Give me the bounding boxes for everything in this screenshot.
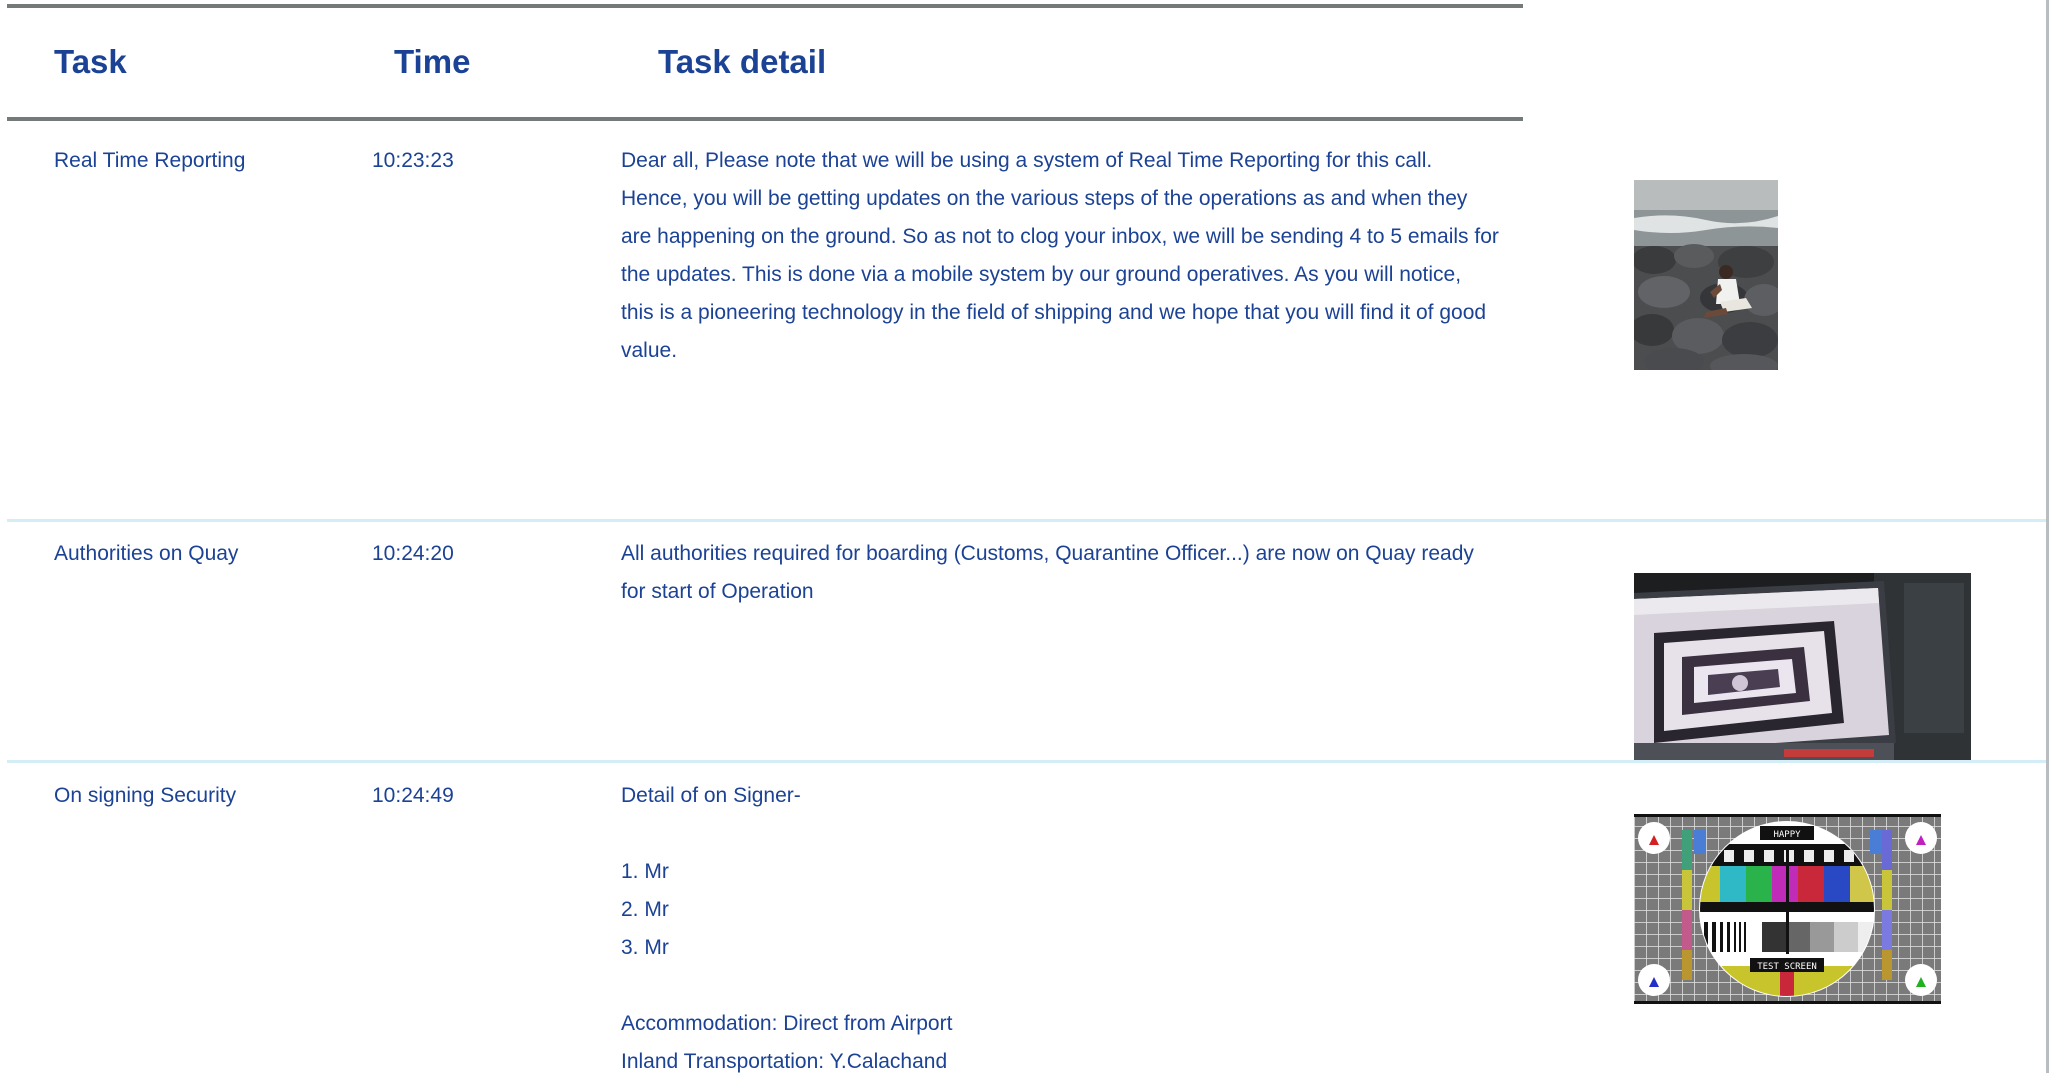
detail-line: Detail of on Signer-: [621, 784, 801, 807]
detail-line: 1. Mr: [621, 860, 669, 883]
task-time-cell: 10:24:49: [372, 784, 454, 807]
detail-line: All authorities required for boarding (C…: [621, 542, 1474, 565]
detail-line: for start of Operation: [621, 580, 814, 603]
task-detail-cell: Dear all, Please note that we will be us…: [621, 142, 1521, 370]
detail-line: 3. Mr: [621, 936, 669, 959]
detail-line: the updates. This is done via a mobile s…: [621, 263, 1462, 286]
detail-blank-line: [621, 815, 1521, 853]
detail-line: are happening on the ground. So as not t…: [621, 225, 1499, 248]
task-time-cell: 10:24:20: [372, 542, 454, 565]
photo-monitor-screen[interactable]: [1634, 573, 1971, 760]
detail-line: value.: [621, 339, 678, 362]
column-header-task-detail: Task detail: [658, 43, 827, 80]
detail-line: Hence, you will be getting updates on th…: [621, 187, 1468, 210]
task-name-cell: Real Time Reporting: [54, 149, 246, 172]
row-separator: [7, 760, 2047, 763]
page-right-edge: [2046, 0, 2049, 1073]
detail-line: this is a pioneering technology in the f…: [621, 301, 1487, 324]
task-detail-cell: Detail of on Signer- 1. Mr 2. Mr 3. Mr A…: [621, 777, 1521, 1073]
detail-line: Dear all, Please note that we will be us…: [621, 149, 1433, 172]
test-screen-bottom-label: TEST SCREEN: [1757, 962, 1817, 972]
task-name-cell: Authorities on Quay: [54, 542, 239, 565]
detail-line: Accommodation: Direct from Airport: [621, 1012, 953, 1035]
task-detail-cell: All authorities required for boarding (C…: [621, 535, 1521, 611]
detail-blank-line: [621, 967, 1521, 1005]
row-separator: [7, 519, 2047, 522]
table-top-rule: [7, 4, 1523, 8]
detail-line: Inland Transportation: Y.Calachand: [621, 1050, 948, 1073]
photo-person-on-rocks-by-sea[interactable]: [1634, 180, 1778, 370]
task-report-page: Task Time Task detail Real Time Reportin…: [0, 0, 2051, 1073]
table-header-rule: [7, 117, 1523, 121]
test-screen-top-label: HAPPY: [1773, 830, 1801, 840]
column-header-time: Time: [394, 43, 471, 80]
task-name-cell: On signing Security: [54, 784, 237, 807]
photo-tv-test-screen[interactable]: HAPPY TEST SCREEN: [1634, 814, 1941, 1004]
column-header-task: Task: [54, 43, 127, 80]
detail-line: 2. Mr: [621, 898, 669, 921]
task-time-cell: 10:23:23: [372, 149, 454, 172]
